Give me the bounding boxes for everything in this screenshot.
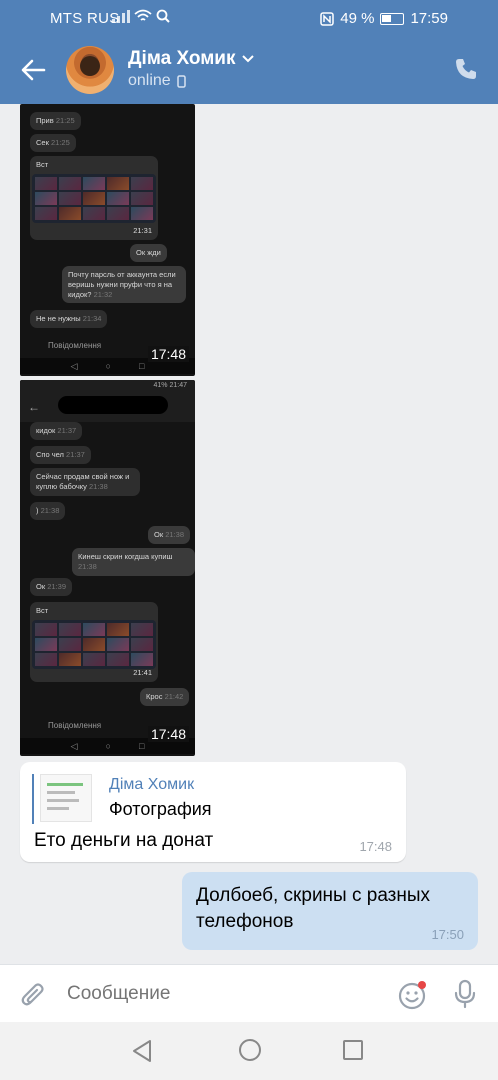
- paperclip-icon[interactable]: [20, 981, 46, 1009]
- status-right: 49 % 17:59: [320, 10, 448, 27]
- signal-icons: [112, 9, 170, 23]
- nav-back-icon[interactable]: [131, 1039, 153, 1063]
- list-item: Вст 21:41: [30, 602, 158, 682]
- message-list[interactable]: Прив 21:25 Сек 21:25 Вст 21:31 Ок жди По…: [0, 104, 498, 964]
- list-item: Ок жди: [130, 244, 167, 262]
- list-item: Ок 21:39: [30, 578, 72, 596]
- message-time: 17:48: [359, 839, 392, 854]
- reply-sender[interactable]: Діма Хомик: [109, 776, 194, 794]
- reply-bar: [32, 774, 34, 824]
- list-item: ) 21:38: [30, 502, 66, 520]
- search-icon: [156, 9, 170, 23]
- list-item: Ок 21:38: [148, 526, 190, 544]
- message-input[interactable]: [67, 983, 367, 1005]
- image-thumbnail: [32, 174, 156, 223]
- reply-attachment-label: Фотография: [109, 799, 212, 819]
- message-time: 17:50: [431, 927, 464, 942]
- redaction: [58, 396, 168, 414]
- incoming-message[interactable]: Діма Хомик Фотография Ето деньги на дона…: [20, 762, 406, 862]
- battery-percent: 49 %: [340, 10, 375, 27]
- nav-home-icon[interactable]: [238, 1038, 262, 1062]
- online-status: online: [128, 72, 186, 90]
- list-item: Спо чел 21:37: [30, 446, 91, 464]
- reply-thumbnail[interactable]: [40, 774, 92, 822]
- list-item: Прив 21:25: [30, 112, 81, 130]
- outgoing-message[interactable]: Долбоеб, скрины с разных телефонов 17:50: [182, 872, 478, 950]
- avatar[interactable]: [66, 46, 114, 94]
- system-nav-bar: [0, 1022, 498, 1080]
- clock: 17:59: [410, 10, 448, 27]
- back-arrow-icon[interactable]: [20, 57, 46, 83]
- list-item: Не не нужны 21:34: [30, 310, 108, 328]
- list-item: Крос 21:42: [140, 688, 190, 706]
- message-text: Долбоеб, скрины с разных телефонов: [196, 885, 431, 932]
- emoji-icon[interactable]: [398, 980, 428, 1010]
- list-item: Сек 21:25: [30, 134, 76, 152]
- mini-header: 41% 21:47 ←: [20, 380, 195, 422]
- photo-attachment[interactable]: 41% 21:47 ← кидок 21:37 Спо чел 21:37 Се…: [20, 380, 195, 756]
- carrier-label: MTS RUS: [50, 10, 120, 27]
- list-item: Вст 21:31: [30, 156, 158, 240]
- nfc-icon: [320, 11, 334, 26]
- microphone-icon[interactable]: [454, 979, 476, 1009]
- phone-icon[interactable]: [454, 57, 478, 81]
- contact-name[interactable]: Діма Хомик: [128, 48, 254, 70]
- list-item: Кинеш скрин когдша купиш 21:38: [72, 548, 195, 576]
- battery-icon: [380, 12, 405, 25]
- image-thumbnail: [32, 620, 156, 669]
- message-text: Ето деньги на донат: [34, 830, 214, 851]
- status-bar: MTS RUS 49 % 17:59: [0, 0, 498, 36]
- list-item: кидок 21:37: [30, 422, 83, 440]
- photo-time: 17:48: [147, 726, 189, 742]
- list-item: Почту парсль от аккаунта если веришь нуж…: [62, 266, 186, 304]
- wifi-icon: [134, 9, 152, 21]
- photo-attachment[interactable]: Прив 21:25 Сек 21:25 Вст 21:31 Ок жди По…: [20, 104, 195, 376]
- chat-header: MTS RUS 49 % 17:59 Діма Хомик online: [0, 0, 498, 104]
- photo-time: 17:48: [147, 346, 189, 362]
- nav-recent-icon[interactable]: [343, 1040, 363, 1060]
- mobile-icon: [176, 74, 186, 88]
- chevron-down-icon: [241, 55, 254, 63]
- list-item: Сейчас продам свой нож и куплю бабочку 2…: [30, 468, 140, 496]
- signal-icon: [112, 9, 130, 23]
- composer: [0, 964, 498, 1022]
